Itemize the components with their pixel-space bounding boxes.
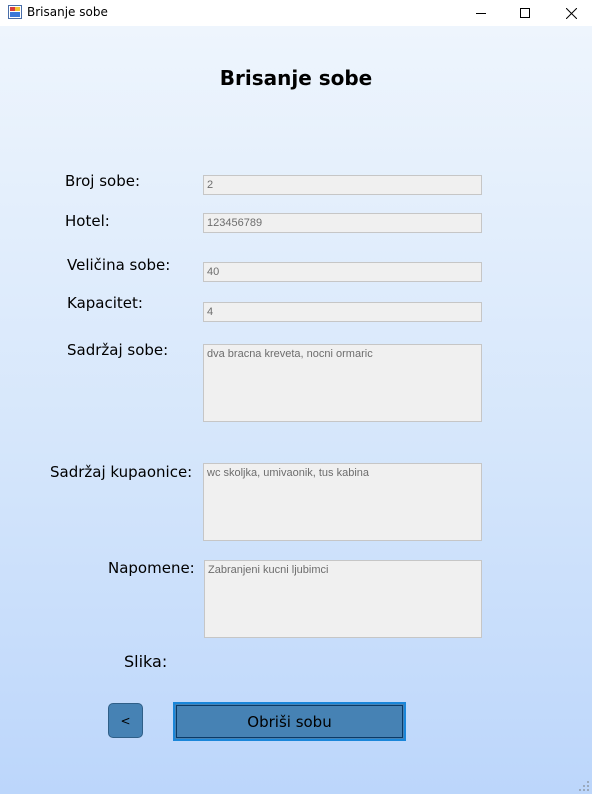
- hotel-field[interactable]: 123456789: [203, 213, 482, 233]
- maximize-button[interactable]: [502, 0, 548, 26]
- broj-sobe-field[interactable]: 2: [203, 175, 482, 195]
- broj-sobe-label: Broj sobe:: [65, 172, 141, 190]
- kapacitet-label: Kapacitet:: [67, 294, 143, 312]
- sadrzaj-kupaonice-label: Sadržaj kupaonice:: [50, 463, 193, 481]
- slika-label: Slika:: [124, 652, 168, 671]
- napomene-label: Napomene:: [108, 559, 195, 577]
- hotel-label: Hotel:: [65, 212, 110, 230]
- resize-grip-icon[interactable]: [578, 780, 590, 792]
- minimize-button[interactable]: [458, 0, 504, 26]
- window-title: Brisanje sobe: [27, 5, 108, 19]
- kapacitet-field[interactable]: 4: [203, 302, 482, 322]
- napomene-textarea[interactable]: Zabranjeni kucni ljubimci: [204, 560, 482, 638]
- back-button[interactable]: <: [108, 703, 143, 738]
- close-icon: [565, 7, 577, 19]
- minimize-icon: [476, 13, 486, 14]
- title-bar: Brisanje sobe: [0, 0, 592, 26]
- close-button[interactable]: [548, 0, 592, 26]
- sadrzaj-sobe-label: Sadržaj sobe:: [67, 341, 169, 359]
- app-icon: [8, 5, 22, 19]
- velicina-sobe-label: Veličina sobe:: [67, 256, 171, 274]
- sadrzaj-sobe-textarea[interactable]: dva bracna kreveta, nocni ormaric: [203, 344, 482, 422]
- maximize-icon: [520, 8, 530, 18]
- sadrzaj-kupaonice-textarea[interactable]: wc skoljka, umivaonik, tus kabina: [203, 463, 482, 541]
- form-client-area: Brisanje sobe Broj sobe: 2 Hotel: 123456…: [0, 26, 592, 794]
- delete-room-button[interactable]: Obriši sobu: [173, 702, 406, 741]
- page-title: Brisanje sobe: [219, 66, 373, 90]
- velicina-sobe-field[interactable]: 40: [203, 262, 482, 282]
